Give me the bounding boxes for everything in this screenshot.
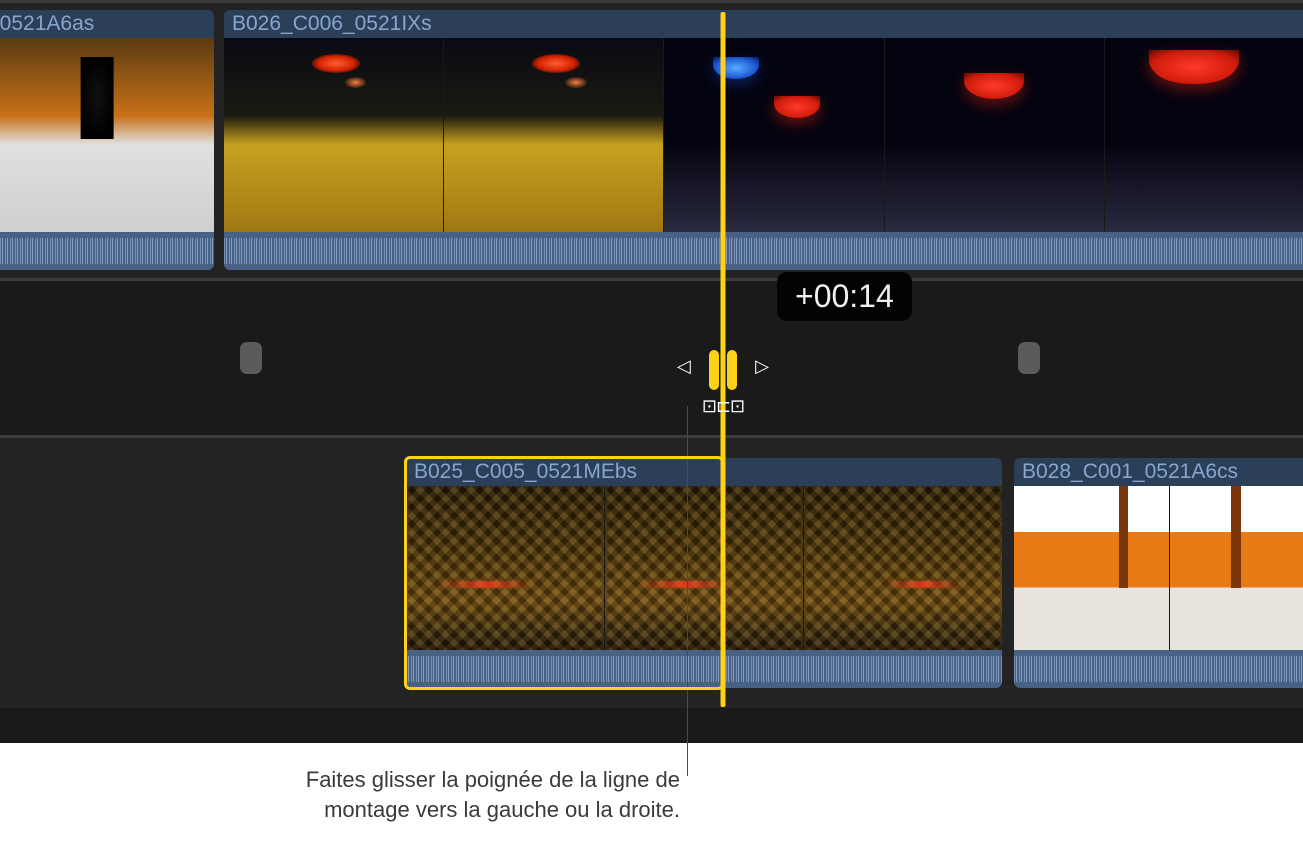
clip-lower-b[interactable]: B028_C001_0521A6cs <box>1014 458 1303 688</box>
clip-thumbnails <box>1014 486 1303 650</box>
caption-line: montage vers la gauche ou la droite. <box>324 797 680 822</box>
clip-audio-waveform <box>0 232 214 270</box>
clip-lower-a[interactable]: B025_C005_0521MEbs <box>406 458 1002 688</box>
caption-line: Faites glisser la poignée de la ligne de <box>306 767 680 792</box>
clip-audio-waveform <box>224 232 1303 270</box>
filmstrip-icon: ⊡⊏⊡ <box>702 396 744 417</box>
clip-thumbnails <box>224 38 1303 232</box>
clip-upper-a[interactable]: _0521A6as <box>0 10 214 270</box>
playhead-drag-handle[interactable]: ⊡⊏⊡ <box>697 342 749 398</box>
caption-text: Faites glisser la poignée de la ligne de… <box>90 765 680 824</box>
time-delta-badge: +00:14 <box>777 272 912 321</box>
callout-leader-line <box>687 406 688 776</box>
clip-audio-waveform <box>1014 650 1303 688</box>
timeline-track-upper[interactable]: _0521A6as B026_C006_0521IXs <box>0 0 1303 278</box>
clip-label: B028_C001_0521A6cs <box>1014 458 1303 486</box>
keyframe-marker-icon[interactable] <box>1018 342 1040 374</box>
timeline-track-lower[interactable]: B025_C005_0521MEbs B028_C001_0521A6cs <box>0 438 1303 708</box>
clip-upper-b[interactable]: B026_C006_0521IXs <box>224 10 1303 270</box>
clip-label: B026_C006_0521IXs <box>224 10 1303 38</box>
timeline-editor: _0521A6as B026_C006_0521IXs <box>0 0 1303 743</box>
clip-audio-waveform <box>406 650 1002 688</box>
keyframe-marker-icon[interactable] <box>240 342 262 374</box>
clip-thumbnails <box>406 486 1002 650</box>
timeline-spine[interactable] <box>0 278 1303 438</box>
clip-label: _0521A6as <box>0 10 214 38</box>
clip-label: B025_C005_0521MEbs <box>406 458 1002 486</box>
clip-thumbnails <box>0 38 214 232</box>
